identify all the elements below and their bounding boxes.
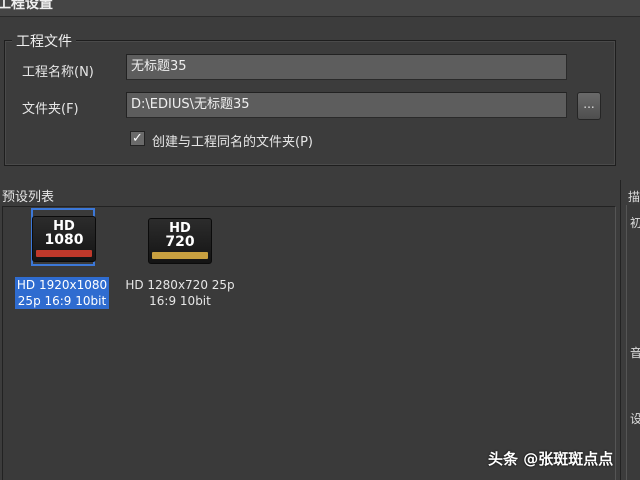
resolution-text: 1080 [44, 232, 84, 248]
window-title-bar: 工程设置 [0, 0, 640, 17]
preset-hd720-icon[interactable]: HD 720 [148, 218, 212, 264]
folder-path-input[interactable]: D:\EDIUS\无标题35 [126, 92, 567, 118]
preset-hd1080-icon[interactable]: HD 1080 [32, 216, 96, 262]
folder-label: 文件夹(F) [22, 102, 79, 117]
color-stripe [152, 252, 208, 259]
create-folder-checkbox[interactable]: ✓ [130, 131, 145, 146]
preset-hd720-caption[interactable]: HD 1280x720 25p 16:9 10bit [120, 277, 240, 309]
window-title: 工程设置 [0, 0, 53, 12]
resolution-text: 720 [165, 234, 195, 250]
watermark-text: 头条 @张斑斑点点 [488, 450, 614, 468]
project-name-input[interactable]: 无标题35 [126, 54, 567, 80]
right-panel-glyph: 设 [630, 412, 640, 426]
preset-hd1080-caption[interactable]: HD 1920x1080 25p 16:9 10bit [15, 277, 109, 309]
right-panel-glyph: 音 [630, 346, 640, 360]
checkmark-icon: ✓ [132, 131, 143, 146]
browse-button[interactable]: ... [577, 92, 601, 120]
preset-list-label: 预设列表 [2, 190, 55, 205]
description-panel-inner [626, 205, 640, 480]
color-stripe [36, 250, 92, 257]
right-panel-glyph: 初 [630, 216, 640, 230]
project-file-legend: 工程文件 [12, 31, 76, 51]
create-folder-label: 创建与工程同名的文件夹(P) [152, 135, 313, 150]
project-name-label: 工程名称(N) [22, 65, 94, 80]
right-panel-glyph: 描 [628, 190, 640, 204]
